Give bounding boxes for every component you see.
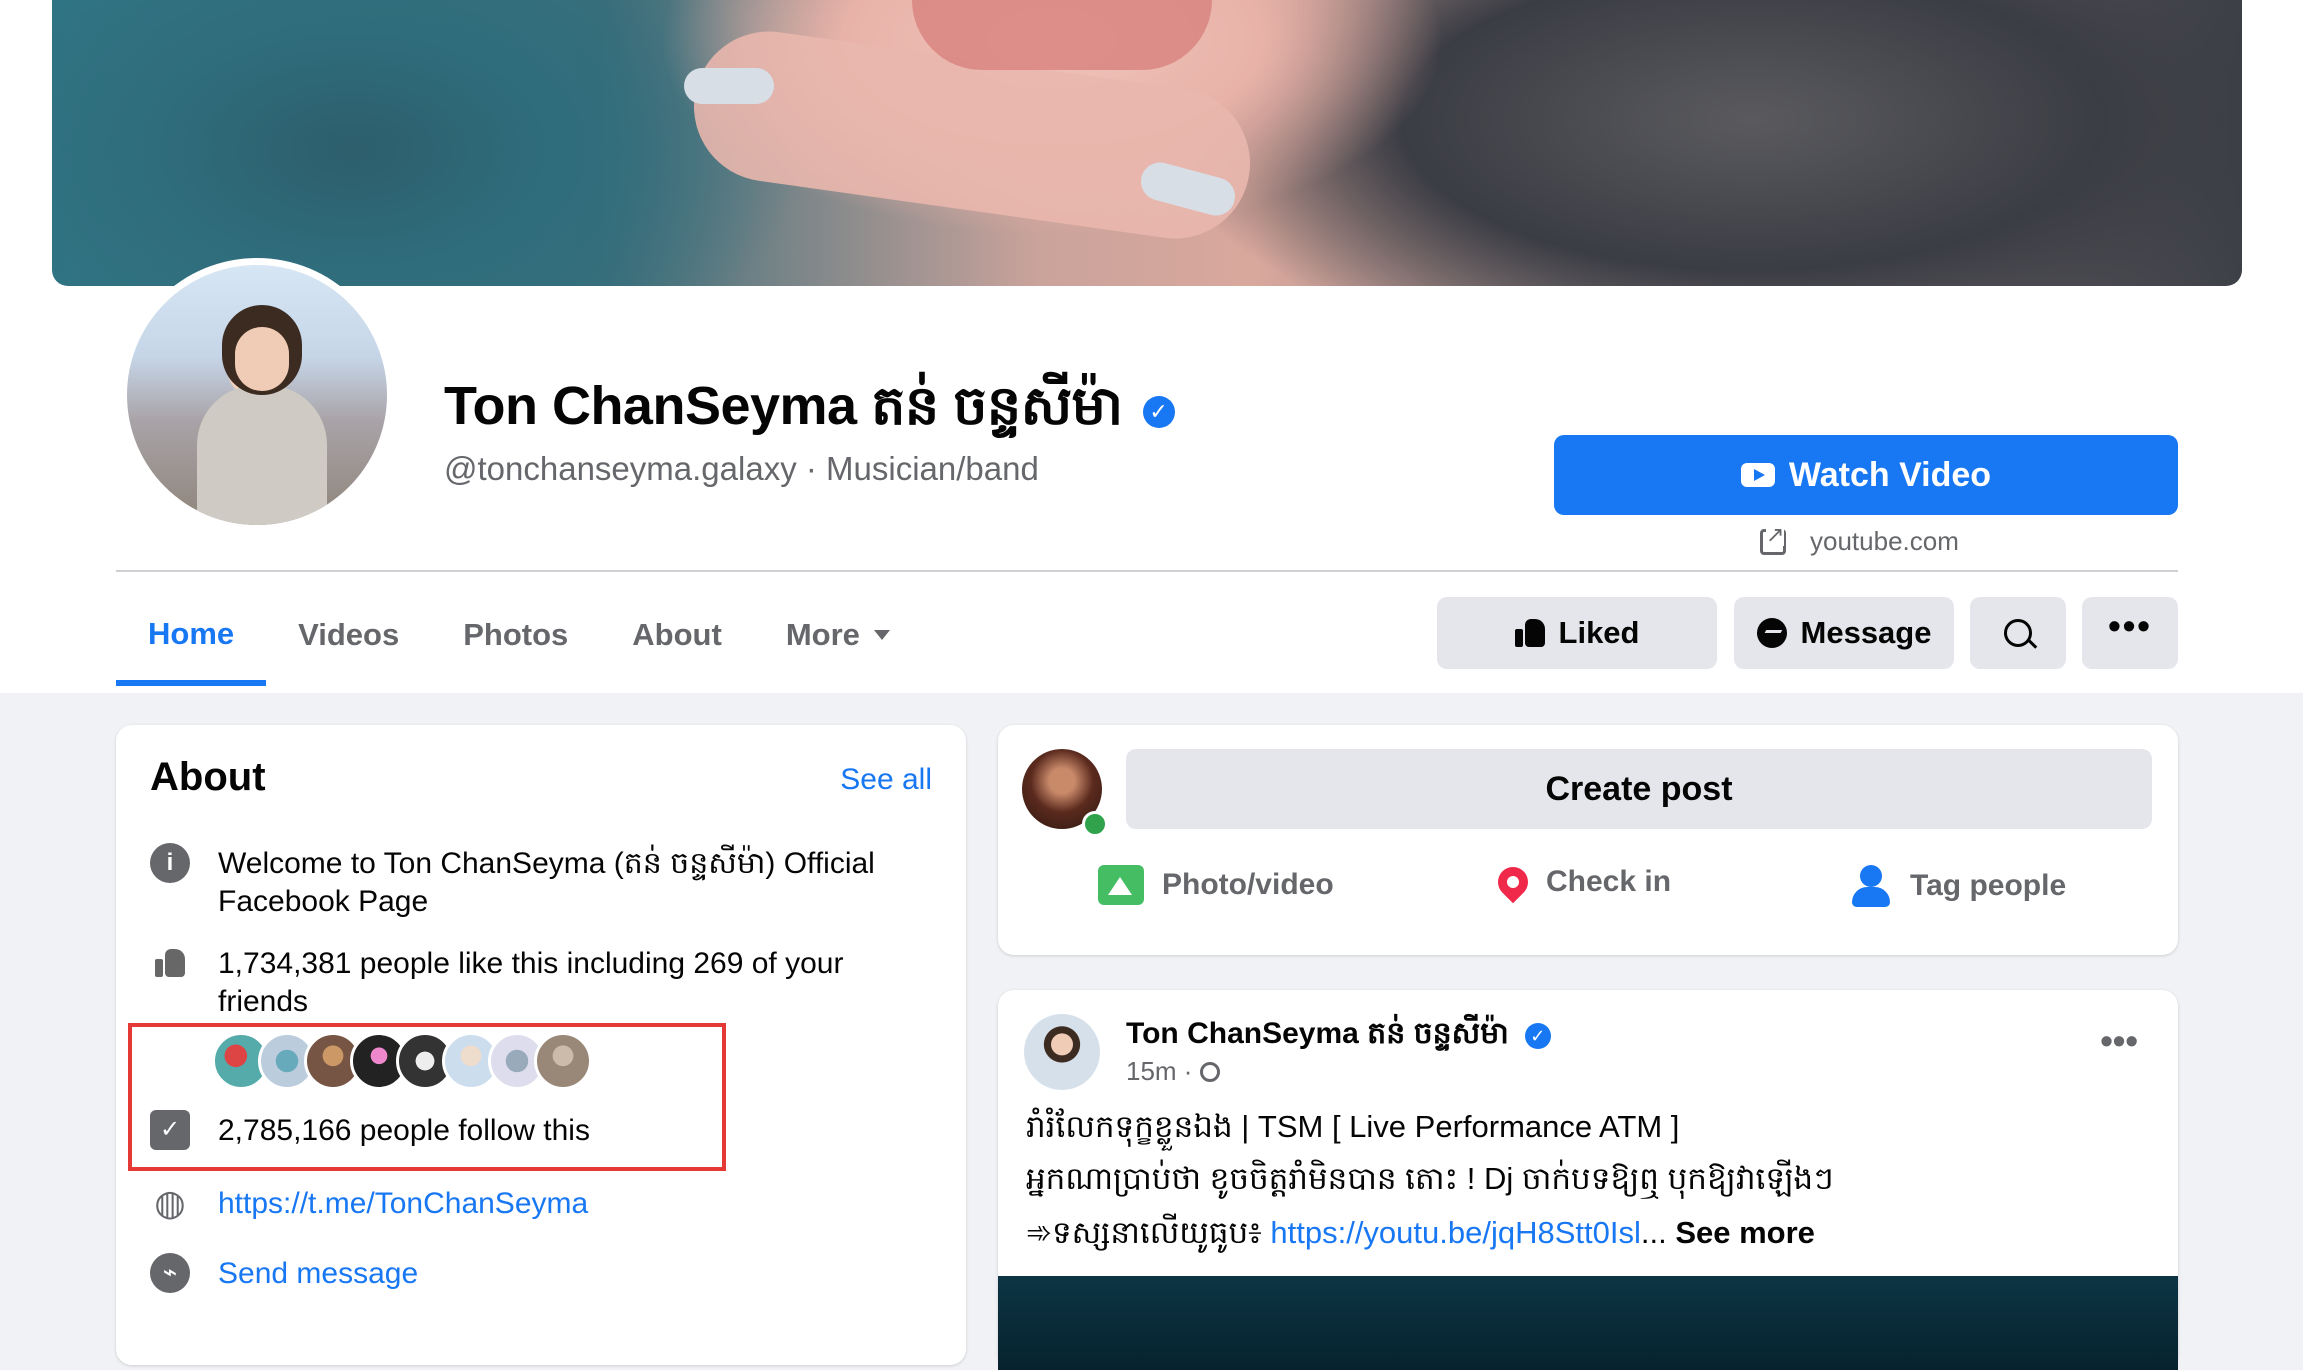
tag-people-icon: [1852, 865, 1892, 907]
create-post-card: Create post Photo/video Check in Tag peo…: [998, 725, 2178, 955]
external-link-icon: [1760, 523, 1786, 555]
post-text-line-2: អ្នកណាប្រាប់ថា ខូចចិត្តរាំមិនបាន តោះ ! D…: [1026, 1161, 1834, 1196]
page-handle-category: @tonchanseyma.galaxy · Musician/band: [444, 450, 1039, 487]
tab-label: More: [785, 617, 860, 652]
create-post-button[interactable]: Create post: [1126, 749, 2152, 829]
post-timestamp[interactable]: 15m ·: [1126, 1056, 1192, 1087]
external-link[interactable]: youtube.com: [1760, 523, 1959, 557]
tab-more[interactable]: More: [754, 582, 922, 688]
cover-lip-shape: [912, 0, 1212, 70]
watch-video-label: Watch Video: [1788, 455, 1992, 494]
more-options-button[interactable]: •••: [2082, 597, 2178, 669]
messenger-icon: [1756, 618, 1787, 648]
tab-home[interactable]: Home: [116, 582, 267, 686]
about-link-row: ◍ https://t.me/TonChanSeyma: [150, 1182, 910, 1223]
tab-label: About: [632, 617, 722, 652]
tab-label: Home: [148, 616, 235, 651]
profile-tabs: Home Videos Photos About More: [116, 582, 922, 692]
message-label: Message: [1800, 615, 1932, 650]
post-video-thumbnail[interactable]: [998, 1276, 2178, 1370]
post-author-name[interactable]: Ton ChanSeyma តន់ ចន្ទសីម៉ា: [1126, 1014, 1509, 1058]
about-likes-row: 1,734,381 people like this including 269…: [150, 945, 910, 1021]
post-youtube-link[interactable]: https://youtu.be/jqH8Stt0Isl: [1270, 1215, 1641, 1250]
tag-people-label: Tag people: [1910, 869, 2067, 902]
online-status-dot: [1082, 811, 1108, 837]
header-divider: [116, 570, 2178, 572]
avatar-figure: [197, 385, 327, 525]
verified-badge-icon: ✓: [1142, 395, 1175, 428]
about-description: Welcome to Ton ChanSeyma (តន់ ចន្ទសីម៉ា)…: [218, 847, 875, 918]
about-message-row: ⌁ Send message: [150, 1253, 910, 1293]
check-in-button[interactable]: Check in: [1491, 860, 1672, 904]
liked-label: Liked: [1558, 615, 1640, 650]
see-all-link[interactable]: See all: [840, 763, 932, 797]
video-play-icon: [1740, 463, 1775, 487]
photo-video-label: Photo/video: [1162, 868, 1334, 901]
chevron-down-icon: [873, 630, 890, 640]
tab-videos[interactable]: Videos: [266, 582, 431, 688]
check-in-label: Check in: [1546, 865, 1672, 898]
verified-badge-icon: ✓: [1524, 1023, 1551, 1049]
page-title-row: Ton ChanSeyma តន់ ចន្ទសីម៉ា ✓: [444, 372, 1175, 451]
post-text-prefix: ➾ទស្សនាលើយូធូប៖: [1026, 1215, 1271, 1250]
external-link-label: youtube.com: [1810, 526, 1959, 556]
post-author-avatar[interactable]: [1024, 1014, 1100, 1090]
see-more-link[interactable]: See more: [1675, 1215, 1815, 1250]
watch-video-button[interactable]: Watch Video: [1554, 435, 2178, 515]
messenger-icon: ⌁: [150, 1253, 190, 1293]
website-link[interactable]: https://t.me/TonChanSeyma: [218, 1185, 910, 1223]
info-icon: i: [150, 843, 190, 883]
search-button[interactable]: [1970, 597, 2066, 669]
tab-label: Photos: [463, 617, 569, 652]
location-pin-icon: [1491, 860, 1535, 904]
post-author-row: Ton ChanSeyma តន់ ចន្ទសីម៉ា ✓: [1126, 1014, 1551, 1058]
search-icon: [2004, 619, 2032, 647]
liked-button[interactable]: Liked: [1437, 597, 1717, 669]
likes-count: 1,734,381 people like this including 269…: [218, 947, 844, 1018]
photo-video-button[interactable]: Photo/video: [1098, 865, 1334, 905]
more-dots-icon: •••: [2108, 605, 2152, 646]
send-message-link[interactable]: Send message: [218, 1255, 910, 1293]
photo-icon: [1098, 865, 1144, 905]
globe-icon: [1200, 1061, 1221, 1082]
message-button[interactable]: Message: [1734, 597, 1954, 669]
globe-icon: ◍: [154, 1182, 186, 1223]
post-text-line-1: រាំរំលែកទុក្ខខ្លួនឯង | TSM [ Live Perfor…: [1026, 1109, 1680, 1144]
post-options-button[interactable]: •••: [2100, 1020, 2138, 1062]
thumbs-up-icon: [150, 943, 190, 983]
post-text-line-3: ➾ទស្សនាលើយូធូប៖ https://youtu.be/jqH8Stt…: [1026, 1214, 1815, 1259]
thumbs-up-icon: [1514, 619, 1545, 647]
post-card: Ton ChanSeyma តន់ ចន្ទសីម៉ា ✓ 15m · ••• …: [998, 990, 2178, 1370]
about-description-row: i Welcome to Ton ChanSeyma (តន់ ចន្ទសីម៉…: [150, 843, 910, 921]
tag-people-button[interactable]: Tag people: [1852, 865, 2066, 907]
highlight-annotation-box: [128, 1023, 726, 1171]
page-title: Ton ChanSeyma តន់ ចន្ទសីម៉ា: [444, 376, 1123, 436]
tab-label: Videos: [298, 617, 400, 652]
tab-photos[interactable]: Photos: [431, 582, 600, 688]
post-timestamp-row: 15m ·: [1126, 1056, 1221, 1087]
cover-nail-shape: [684, 68, 774, 104]
tab-about[interactable]: About: [600, 582, 754, 688]
avatar-face: [235, 327, 289, 391]
post-text-ellipsis: ...: [1640, 1215, 1676, 1250]
profile-avatar[interactable]: [127, 265, 387, 525]
cover-photo[interactable]: [52, 0, 2242, 286]
about-title: About: [150, 755, 266, 799]
